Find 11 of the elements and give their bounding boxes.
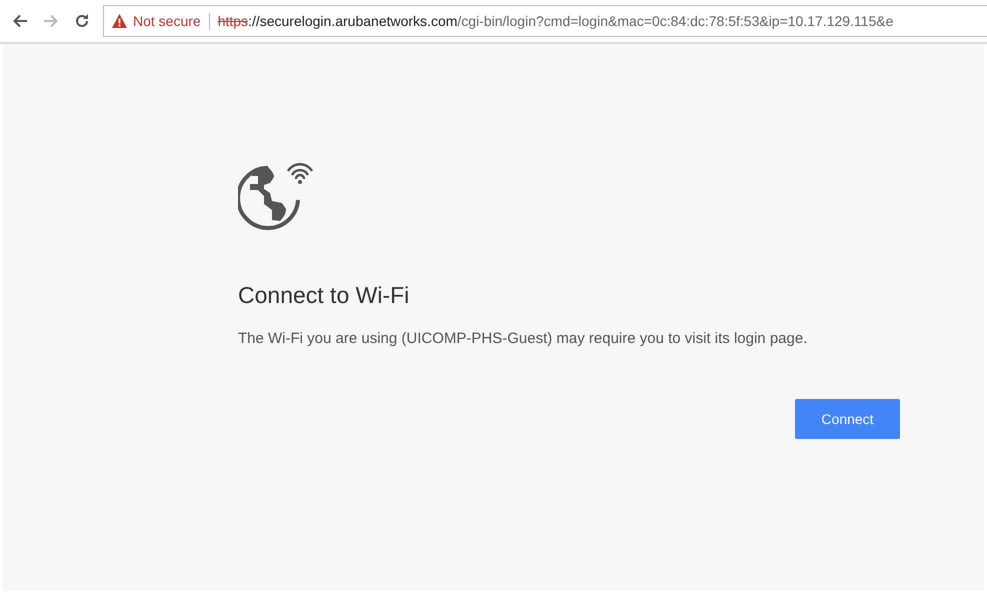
globe-wifi-icon xyxy=(238,161,314,233)
warning-icon xyxy=(112,14,127,28)
url-text: https://securelogin.arubanetworks.com/cgi-bin/login?cmd=login&mac=0c:84:dc:78:5f:53&ip=10.17.129.115&e xyxy=(218,13,894,29)
message-text: The Wi-Fi you are using (UICOMP-PHS-Guest) may require you to visit its login page. xyxy=(238,329,808,349)
forward-arrow-icon xyxy=(43,13,59,29)
back-arrow-icon xyxy=(12,13,28,29)
address-bar[interactable]: Not secure https://securelogin.arubanetworks.com/cgi-bin/login?cmd=login&mac=0c:84:dc:78:5f:53&ip=10.17.129.115&e xyxy=(103,5,987,37)
security-label: Not secure xyxy=(133,13,201,29)
connect-button[interactable]: Connect xyxy=(795,399,900,439)
page-title: Connect to Wi-Fi xyxy=(238,281,410,309)
reload-icon xyxy=(74,13,90,29)
